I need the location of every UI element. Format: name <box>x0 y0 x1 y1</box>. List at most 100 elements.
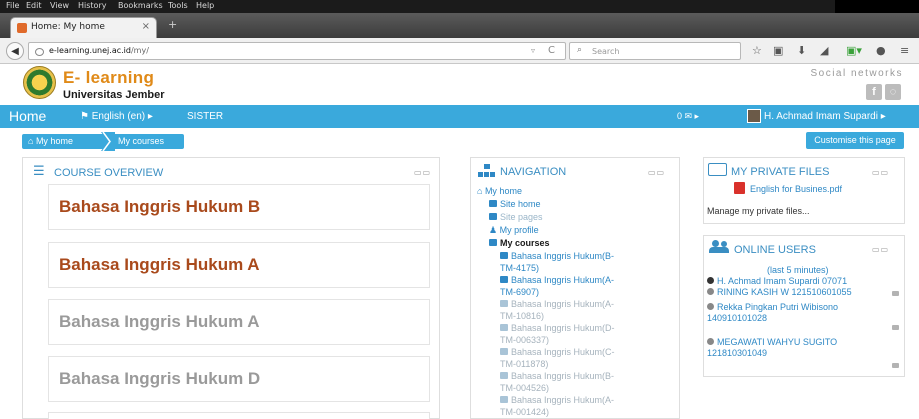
menu-file[interactable]: File <box>6 1 19 10</box>
menu-tools[interactable]: Tools <box>168 1 188 10</box>
nav-my-home[interactable]: ⌂ My home <box>477 186 522 196</box>
menu-history[interactable]: History <box>78 1 106 10</box>
nav-course-item[interactable]: Bahasa Inggris Hukum(B- <box>500 370 614 382</box>
nav-course-label: Bahasa Inggris Hukum(A- <box>511 299 615 309</box>
browser-search-input[interactable] <box>592 45 732 58</box>
course-card[interactable] <box>48 412 430 419</box>
url-dropdown-icon[interactable]: ▿ <box>531 46 535 55</box>
new-tab-button[interactable]: + <box>168 18 177 31</box>
menu-help[interactable]: Help <box>196 1 214 10</box>
menu-view[interactable]: View <box>50 1 69 10</box>
block-controls-icon[interactable]: ▭▭ <box>872 168 889 177</box>
download-icon[interactable]: ⬇ <box>797 44 806 58</box>
users-icon <box>709 240 731 253</box>
url-host: e-learning.unej.ac.id <box>49 46 131 55</box>
facebook-icon[interactable]: f <box>866 84 882 100</box>
university-logo-icon[interactable] <box>23 66 56 99</box>
nav-course-code[interactable]: TM-011878) <box>500 358 548 370</box>
nav-course-item[interactable]: Bahasa Inggris Hukum(D- <box>500 322 615 334</box>
sitemap-icon <box>478 164 496 178</box>
address-bar[interactable]: e-learning.unej.ac.id/my/ ▿ C <box>28 42 566 60</box>
message-icon[interactable] <box>892 291 899 296</box>
nav-my-profile[interactable]: ♟ My profile <box>489 225 539 236</box>
send-icon[interactable]: ◢ <box>820 44 828 58</box>
course-card[interactable]: Bahasa Inggris Hukum A <box>48 242 430 288</box>
online-user[interactable]: H. Achmad Imam Supardi 07071 <box>707 276 847 286</box>
course-card[interactable]: Bahasa Inggris Hukum A <box>48 299 430 345</box>
block-controls-icon[interactable]: ▭▭ <box>872 245 889 254</box>
chat-icon[interactable]: ● <box>876 44 886 58</box>
course-icon <box>500 300 508 307</box>
browser-tab-active[interactable]: Home: My home × <box>10 17 157 38</box>
online-user[interactable]: RINING KASIH W 121510601055 <box>707 287 852 297</box>
nav-my-courses-label: My courses <box>500 238 550 248</box>
breadcrumb-my-courses[interactable]: My courses <box>112 134 184 149</box>
block-controls-icon[interactable]: ▭▭ <box>414 168 431 177</box>
manage-private-files-link[interactable]: Manage my private files... <box>707 206 810 216</box>
tab-close-icon[interactable]: × <box>142 21 150 32</box>
addon-icon[interactable]: ▣▾ <box>846 44 862 58</box>
message-icon[interactable] <box>892 363 899 368</box>
nav-course-code[interactable]: TM-001424) <box>500 406 549 418</box>
flag-icon: ⚑ <box>80 111 92 122</box>
other-social-icon[interactable]: ◌ <box>885 84 901 100</box>
nav-my-profile-label: My profile <box>499 225 539 235</box>
online-user-name: RINING KASIH W 121510601055 <box>717 287 852 297</box>
reload-icon[interactable]: C <box>548 45 555 56</box>
nav-my-home-label: My home <box>484 186 522 196</box>
online-user[interactable]: MEGAWATI WAHYU SUGITO <box>707 337 837 347</box>
course-name[interactable]: Bahasa Inggris Hukum B <box>59 197 260 217</box>
course-name[interactable]: Bahasa Inggris Hukum A <box>59 255 260 275</box>
nav-site-home[interactable]: Site home <box>489 199 541 209</box>
course-overview-title: COURSE OVERVIEW <box>54 167 164 179</box>
home-link[interactable]: Home <box>9 108 46 124</box>
menu-bookmarks[interactable]: Bookmarks <box>118 1 163 10</box>
online-user[interactable]: Rekka Pingkan Putri Wibisono <box>707 302 838 312</box>
moodle-favicon-icon <box>17 23 27 33</box>
brand-title[interactable]: E- learning <box>63 68 154 88</box>
user-menu[interactable]: H. Achmad Imam Supardi ▸ <box>764 111 886 122</box>
site-info-icon[interactable] <box>35 48 44 56</box>
browser-search-box[interactable]: ⌕ <box>569 42 741 60</box>
nav-my-courses[interactable]: My courses <box>489 238 550 248</box>
navigation-title: NAVIGATION <box>500 166 567 178</box>
course-icon <box>500 372 508 379</box>
nav-course-code[interactable]: TM-4175) <box>500 262 539 274</box>
messages-menu[interactable]: 0 ✉ ▸ <box>677 111 699 122</box>
star-icon[interactable]: ☆ <box>752 44 762 58</box>
online-user-name: Rekka Pingkan Putri Wibisono <box>717 302 839 312</box>
private-file-link[interactable]: English for Busines.pdf <box>750 184 842 194</box>
pdf-icon <box>734 182 745 194</box>
course-icon <box>500 396 508 403</box>
customise-page-button[interactable]: Customise this page <box>806 132 904 149</box>
block-controls-icon[interactable]: ▭▭ <box>648 168 665 177</box>
nav-course-item[interactable]: Bahasa Inggris Hukum(B- <box>500 250 614 262</box>
course-name[interactable]: Bahasa Inggris Hukum D <box>59 369 260 389</box>
nav-course-label: Bahasa Inggris Hukum(A- <box>511 395 615 405</box>
menu-icon[interactable]: ≡ <box>900 44 909 58</box>
language-menu[interactable]: ⚑ English (en) ▸ <box>80 111 153 122</box>
course-card[interactable]: Bahasa Inggris Hukum B <box>48 184 430 230</box>
course-name[interactable]: Bahasa Inggris Hukum A <box>59 312 260 332</box>
user-avatar[interactable] <box>747 109 761 123</box>
tab-title: Home: My home <box>31 22 105 32</box>
back-button[interactable]: ◀ <box>6 42 24 60</box>
menu-edit[interactable]: Edit <box>26 1 42 10</box>
nav-course-code[interactable]: TM-004526) <box>500 382 549 394</box>
nav-site-pages[interactable]: Site pages <box>489 212 543 222</box>
nav-course-code[interactable]: TM-006337) <box>500 334 549 346</box>
course-icon <box>500 252 508 259</box>
nav-course-item[interactable]: Bahasa Inggris Hukum(C- <box>500 346 615 358</box>
message-icon[interactable] <box>892 325 899 330</box>
course-card[interactable]: Bahasa Inggris Hukum D <box>48 356 430 402</box>
nav-course-item[interactable]: Bahasa Inggris Hukum(A- <box>500 298 614 310</box>
nav-course-code[interactable]: TM-6907) <box>500 286 539 298</box>
list-icon: ☰ <box>33 164 45 179</box>
breadcrumb-my-home[interactable]: ⌂ My home <box>22 134 108 149</box>
nav-course-item[interactable]: Bahasa Inggris Hukum(A- <box>500 274 614 286</box>
user-icon <box>707 288 714 295</box>
sister-link[interactable]: SISTER <box>187 111 223 122</box>
reading-list-icon[interactable]: ▣ <box>773 44 783 58</box>
nav-course-code[interactable]: TM-10816) <box>500 310 544 322</box>
nav-course-item[interactable]: Bahasa Inggris Hukum(A- <box>500 394 614 406</box>
